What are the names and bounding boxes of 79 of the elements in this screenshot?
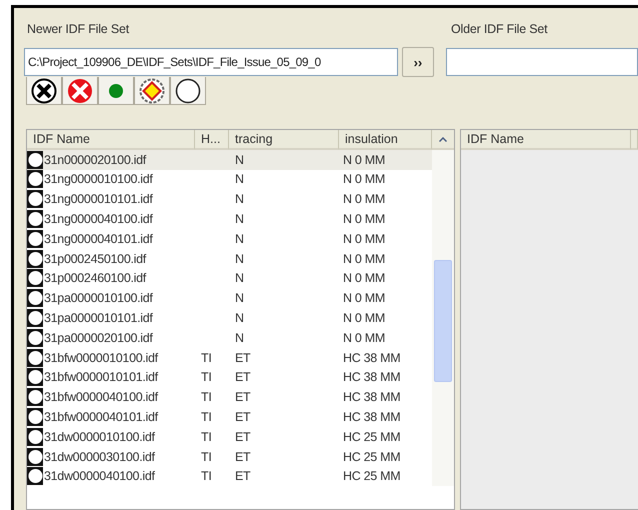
table-cell-text: ET bbox=[234, 369, 252, 386]
table-cell-text: TI bbox=[200, 448, 213, 466]
table-row[interactable]: 31ng0000010100.idf N N 0 MM bbox=[27, 170, 432, 190]
table-cell-text: N 0 MM bbox=[342, 211, 386, 228]
dot-icon bbox=[109, 84, 123, 98]
table-cell-text: ET bbox=[234, 409, 252, 426]
toolbar-button[interactable] bbox=[26, 77, 62, 105]
table-cell-text: N 0 MM bbox=[342, 270, 386, 288]
table-cell-text: N 0 MM bbox=[342, 310, 386, 328]
column-header[interactable]: tracing bbox=[229, 130, 339, 150]
file-name: 31dw0000030100.idf bbox=[44, 450, 155, 464]
column-header[interactable]: IDF Name bbox=[27, 130, 195, 150]
table-cell-text: TI bbox=[200, 428, 213, 446]
table-cell-text: N 0 MM bbox=[342, 230, 386, 248]
table-cell-text: ET bbox=[234, 389, 252, 406]
older-path-field[interactable] bbox=[446, 48, 638, 76]
table-cell-text: N 0 MM bbox=[342, 330, 386, 347]
file-name: 31pa0000010100.idf bbox=[44, 291, 153, 306]
gear-icon bbox=[139, 78, 165, 104]
table-cell-text: N 0 MM bbox=[342, 250, 386, 268]
newer-set-label: Newer IDF File Set bbox=[27, 22, 130, 38]
scroll-up-button[interactable] bbox=[432, 130, 454, 150]
table-cell-text: N bbox=[234, 171, 245, 188]
file-name: 31dw0000010100.idf bbox=[44, 430, 155, 444]
error-icon bbox=[67, 78, 93, 104]
table-cell-text: N 0 MM bbox=[342, 152, 386, 169]
file-name: 31bfw0000040101.idf bbox=[44, 410, 158, 424]
table-cell-text: ET bbox=[234, 448, 252, 466]
table-cell-text: N bbox=[234, 191, 245, 208]
chevron-up-icon bbox=[439, 136, 447, 142]
column-header[interactable]: IDF Name bbox=[461, 130, 631, 150]
table-cell-text: HC 38 MM bbox=[342, 389, 402, 406]
scrollbar-thumb[interactable] bbox=[434, 260, 452, 382]
file-name: 31bfw0000010100.idf bbox=[44, 350, 158, 365]
file-name: 31p0002450100.idf bbox=[44, 252, 146, 266]
table-cell-text: N bbox=[234, 211, 245, 228]
file-name: 31ng0000010100.idf bbox=[44, 172, 153, 186]
table-cell-text: ET bbox=[234, 468, 252, 486]
table-cell-text: TI bbox=[200, 468, 213, 486]
file-name: 31pa0000020100.idf bbox=[44, 330, 153, 345]
table-cell-text: N bbox=[234, 152, 245, 169]
table-cell-text: HC 25 MM bbox=[342, 428, 402, 446]
file-name: 31dw0000040100.idf bbox=[44, 469, 155, 484]
table-cell-text: N 0 MM bbox=[342, 191, 386, 208]
file-name: 31bfw0000040100.idf bbox=[44, 390, 158, 404]
table-cell-text: N 0 MM bbox=[342, 171, 386, 188]
table-cell-text: N bbox=[234, 230, 245, 248]
table-cell-text: ET bbox=[234, 350, 252, 367]
file-name: 31ng0000040100.idf bbox=[44, 212, 153, 226]
file-name: 31ng0000040101.idf bbox=[44, 232, 153, 246]
table-cell-text: TI bbox=[200, 350, 213, 367]
table-cell-text: HC 25 MM bbox=[342, 448, 402, 466]
file-name: 31ng0000010101.idf bbox=[44, 192, 153, 206]
table-cell-text: N bbox=[234, 330, 245, 347]
table-cell-text: ET bbox=[234, 428, 252, 446]
table-cell-text: N bbox=[234, 250, 245, 268]
table-cell-text: TI bbox=[200, 409, 213, 426]
load-button[interactable]: ›› bbox=[402, 47, 434, 77]
table-cell-text: N bbox=[234, 290, 245, 308]
column-header[interactable]: insulation bbox=[339, 130, 432, 150]
file-name: 31n0000020100.idf bbox=[44, 152, 146, 167]
table-cell-text: TI bbox=[200, 389, 213, 406]
table-cell-text: TI bbox=[200, 369, 213, 386]
older-set-label: Older IDF File Set bbox=[451, 22, 548, 38]
newer-path-field[interactable]: C:\Project_109906_DE\IDF_Sets\IDF_File_Issue_05_09_0 bbox=[24, 48, 398, 76]
file-name: 31pa0000010101.idf bbox=[44, 311, 153, 326]
table-row[interactable]: 31n0000020100.idf N N 0 MM bbox=[27, 150, 432, 170]
table-cell-text: HC 38 MM bbox=[342, 350, 402, 367]
file-name: 31bfw0000010101.idf bbox=[44, 370, 158, 384]
table-cell-text: N bbox=[234, 270, 245, 288]
toolbar-button[interactable] bbox=[170, 77, 206, 105]
file-name: 31p0002460100.idf bbox=[44, 271, 146, 286]
cross-circle-icon bbox=[31, 78, 57, 104]
table-cell-text: N 0 MM bbox=[342, 290, 386, 308]
table-cell-text: HC 38 MM bbox=[342, 369, 402, 386]
table-cell-text: HC 25 MM bbox=[342, 468, 402, 486]
column-header[interactable]: H... bbox=[195, 130, 229, 150]
table-cell-text: HC 38 MM bbox=[342, 409, 402, 426]
table-cell-text: N bbox=[234, 310, 245, 328]
